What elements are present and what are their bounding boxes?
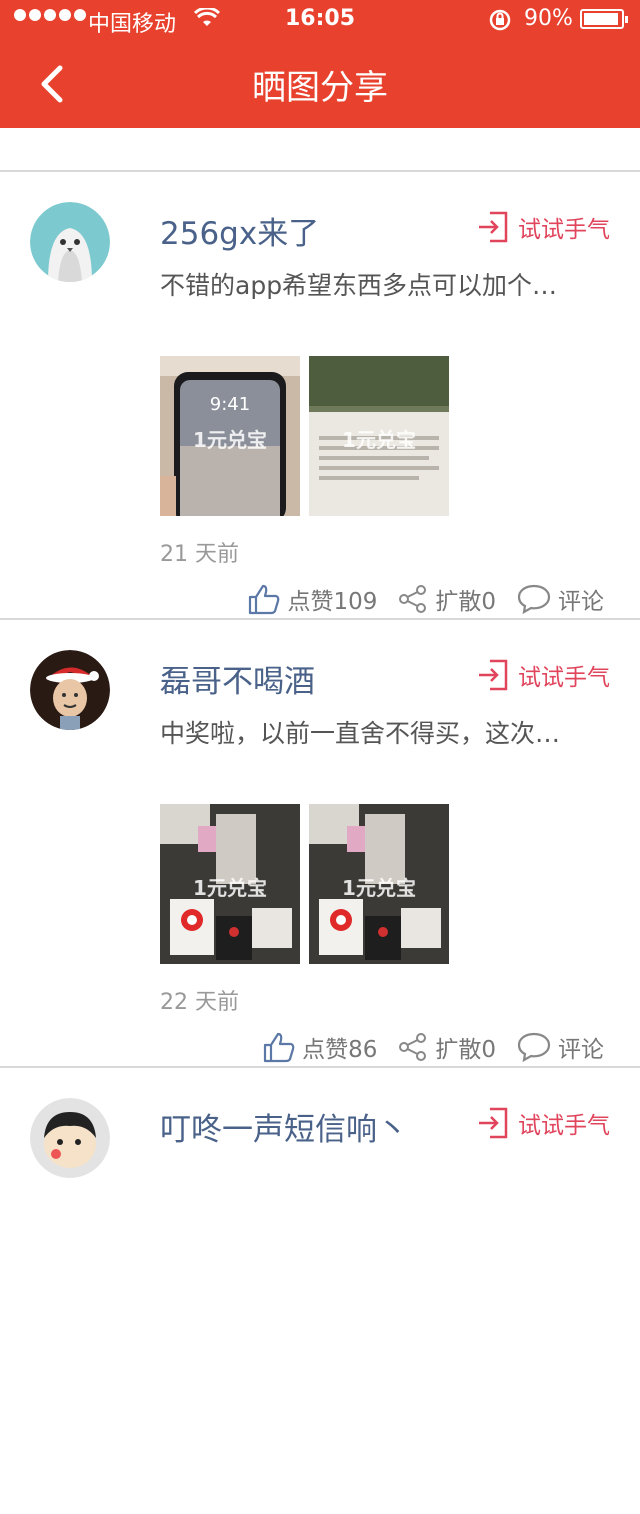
post-photos: 1元兑宝 1元兑宝 (160, 804, 449, 964)
battery-percent: 90% (524, 6, 573, 31)
post-card: 256gx来了 试试手气 不错的app希望东西多点可以加个… 9:41 1元兑宝 (0, 172, 640, 620)
post-card: 磊哥不喝酒 试试手气 中奖啦，以前一直舍不得买，这次… 1元兑宝 1元兑宝 22… (0, 620, 640, 1068)
like-count: 点赞86 (302, 1037, 378, 1063)
avatar[interactable] (30, 1098, 110, 1178)
share-icon (399, 1033, 427, 1061)
avatar[interactable] (30, 202, 110, 282)
post-username[interactable]: 磊哥不喝酒 (160, 656, 315, 701)
try-luck-button[interactable]: 试试手气 (476, 210, 610, 244)
post-actions: 点赞86 扩散0 评论 (242, 1030, 604, 1064)
thumbs-up-icon (263, 1032, 295, 1063)
post-username[interactable]: 叮咚一声短信响丶 (160, 1104, 408, 1149)
share-count: 扩散0 (435, 1037, 496, 1063)
avatar[interactable] (30, 650, 110, 730)
post-content: 中奖啦，以前一直舍不得买，这次… (160, 719, 561, 748)
like-button[interactable]: 点赞109 (247, 582, 377, 616)
app-header: 中国移动 16:05 90% 晒图分享 (0, 0, 640, 128)
comment-icon (517, 1032, 551, 1063)
enter-icon (479, 211, 508, 243)
post-card: 叮咚一声短信响丶 试试手气 (0, 1068, 640, 1514)
post-photo[interactable]: 1元兑宝 (309, 804, 449, 964)
comment-button[interactable]: 评论 (516, 1030, 604, 1064)
post-photo[interactable]: 1元兑宝 (309, 356, 449, 516)
share-count: 扩散0 (435, 589, 496, 615)
divider (0, 128, 640, 172)
try-luck-button[interactable]: 试试手气 (476, 1106, 610, 1140)
watermark-text: 1元兑宝 (193, 876, 267, 900)
enter-icon (479, 1107, 508, 1139)
share-feed: 256gx来了 试试手气 不错的app希望东西多点可以加个… 9:41 1元兑宝 (0, 128, 640, 1514)
post-photos: 9:41 1元兑宝 1元兑宝 (160, 356, 449, 516)
post-username[interactable]: 256gx来了 (160, 208, 319, 253)
post-actions: 点赞109 扩散0 评论 (227, 582, 604, 616)
thumbs-up-icon (249, 584, 280, 615)
post-content: 不错的app希望东西多点可以加个… (160, 271, 558, 300)
try-luck-label: 试试手气 (518, 665, 610, 691)
post-photo[interactable]: 9:41 1元兑宝 (160, 356, 300, 516)
comment-label: 评论 (558, 1037, 604, 1063)
post-time: 21 天前 (160, 542, 239, 567)
post-time: 22 天前 (160, 990, 239, 1015)
watermark-text: 1元兑宝 (193, 428, 267, 452)
try-luck-label: 试试手气 (518, 217, 610, 243)
page-title: 晒图分享 (252, 68, 388, 108)
share-button[interactable]: 扩散0 (397, 1030, 496, 1064)
comment-icon (517, 584, 551, 615)
try-luck-button[interactable]: 试试手气 (476, 658, 610, 692)
rotation-lock-icon (488, 8, 512, 38)
share-button[interactable]: 扩散0 (397, 582, 496, 616)
svg-text:9:41: 9:41 (210, 394, 250, 415)
comment-button[interactable]: 评论 (516, 582, 604, 616)
battery-icon (580, 9, 628, 29)
enter-icon (479, 659, 508, 691)
like-button[interactable]: 点赞86 (262, 1030, 377, 1064)
status-bar: 中国移动 16:05 90% (0, 0, 640, 40)
watermark-text: 1元兑宝 (342, 876, 416, 900)
share-icon (399, 585, 427, 613)
comment-label: 评论 (558, 589, 604, 615)
try-luck-label: 试试手气 (518, 1113, 610, 1139)
post-photo[interactable]: 1元兑宝 (160, 804, 300, 964)
watermark-text: 1元兑宝 (342, 428, 416, 452)
like-count: 点赞109 (287, 589, 378, 615)
